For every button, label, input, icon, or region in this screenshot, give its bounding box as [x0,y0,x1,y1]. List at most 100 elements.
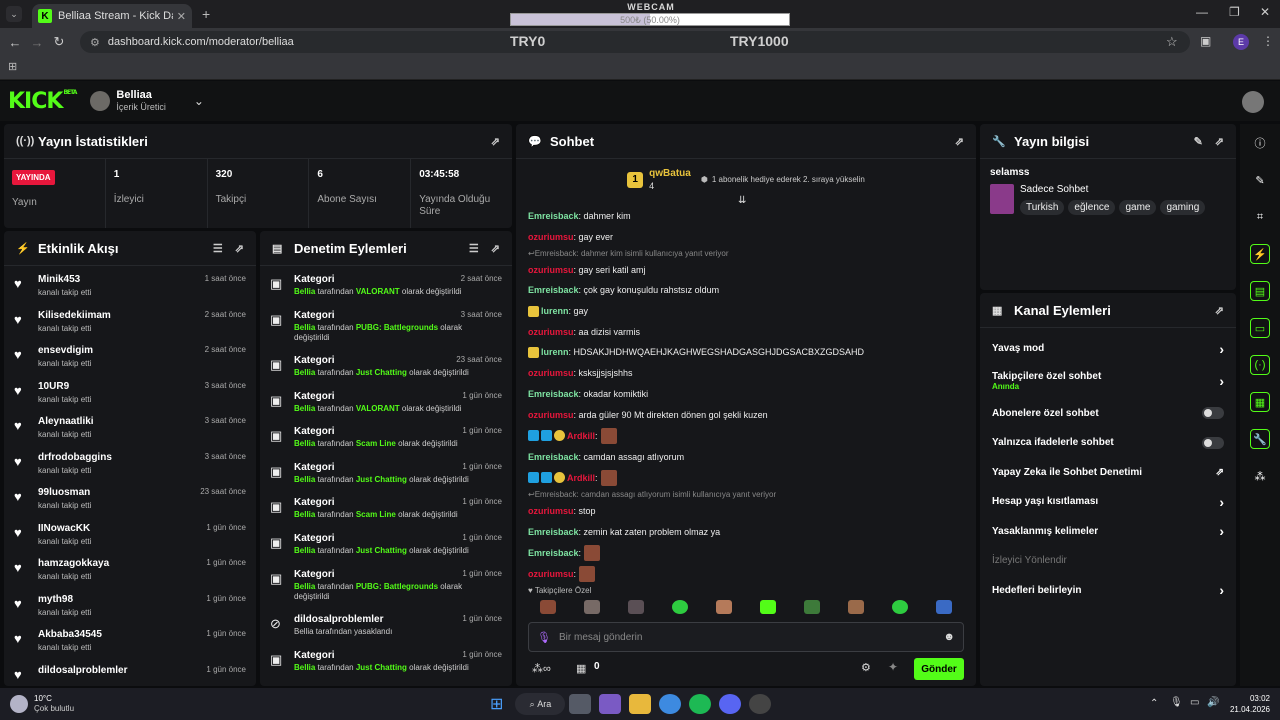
activity-item[interactable]: ♥ Akbaba34545 kanalı takip etti 1 gün önce [4,625,256,661]
moderation-item[interactable]: ▣ Kategori Bellia tarafından PUBG: Battleg… [260,306,512,352]
chat-bubble-icon[interactable]: ▭ [1250,318,1270,338]
channel-action-item[interactable]: Hedefleri belirleyin › [980,576,1236,606]
chat-message[interactable]: Emreisback: dahmer kim [516,206,976,227]
popout-icon[interactable]: ⇗ [491,242,500,255]
info-icon[interactable]: ⓘ [1250,133,1270,153]
minimize-icon[interactable]: — [1196,5,1208,19]
chat-message[interactable]: Emreisback: çok gay konuşuldu rahstsız o… [516,280,976,301]
popout-icon[interactable]: ⇗ [1215,304,1224,317]
popout-icon[interactable]: ⇗ [955,135,964,148]
chat-message[interactable]: Emreisback: okadar komiktiki [516,384,976,405]
screen-capture-icon[interactable]: ⌗ [1250,207,1270,227]
chat-message[interactable]: ozuriumsu: stop [516,501,976,522]
popout-icon[interactable]: ⇗ [235,242,244,255]
emote-icon[interactable] [804,600,820,614]
chat-message[interactable]: Emreisback: zemin kat zaten problem olma… [516,521,976,542]
user-avatar[interactable] [1242,91,1264,113]
chat-message[interactable]: ozuriumsu: gay seri katil amj [516,259,976,280]
network-icon[interactable]: ▭ [1190,697,1199,708]
store-icon[interactable]: ▦ [1250,392,1270,412]
chat-username[interactable]: Emreisback [528,389,579,399]
chat-message[interactable]: ozuriumsu: [516,563,976,585]
chat-message[interactable]: lurenn: gay [516,301,976,322]
bookmark-star-icon[interactable]: ☆ [1166,34,1178,50]
weather-widget[interactable]: 10°C Çok bulutlu [34,694,74,714]
document-icon[interactable]: ▤ [1250,281,1270,301]
emote-icon[interactable] [936,600,952,614]
emote-icon[interactable] [848,600,864,614]
chat-username[interactable]: Emreisback [528,548,579,558]
microphone-icon[interactable]: 🎙 [1170,697,1183,708]
kick-logo[interactable]: KICKBETA [8,89,77,114]
chat-username[interactable]: Ardkill [567,431,595,441]
maximize-icon[interactable]: ❐ [1229,5,1240,19]
moderation-item[interactable]: ⊘ dildosalproblemler Bellia tarafından yas… [260,610,512,646]
weather-icon[interactable] [10,695,28,713]
chrome-icon[interactable] [659,694,682,714]
url-field[interactable]: ⚙ dashboard.kick.com/moderator/belliaa [80,31,1190,53]
moderation-item[interactable]: ▣ Kategori Bellia tarafından Just Chatting… [260,458,512,494]
close-icon[interactable]: ✕ [177,10,186,23]
tray-chevron-icon[interactable]: ⌃ [1150,698,1158,709]
stream-tag[interactable]: game [1119,200,1157,215]
moderation-item[interactable]: ▣ Kategori Bellia tarafından Scam Line ola… [260,422,512,458]
new-tab-icon[interactable]: + [202,6,210,22]
chat-message[interactable]: Ardkill: [516,425,976,447]
chat-username[interactable]: Ardkill [567,473,595,483]
chat-message[interactable]: ozuriumsu: ksksjjsjsjshhs [516,363,976,384]
channel-action-item[interactable]: Yasaklanmış kelimeler › [980,517,1236,547]
moderation-item[interactable]: ▣ Kategori Bellia tarafından VALORANT olar… [260,387,512,423]
site-info-icon[interactable]: ⚙ [90,36,100,49]
emote-icon[interactable] [760,600,776,614]
profile-avatar[interactable]: E [1233,34,1249,50]
obs-icon[interactable] [749,694,772,714]
activity-item[interactable]: ♥ 10UR9 kanalı takip etti 3 saat önce [4,377,256,413]
extensions-icon[interactable]: ▣ [1200,34,1211,48]
scroll-down-icon[interactable]: ⇊ [738,195,746,206]
channel-action-item[interactable]: Takipçilere özel sohbet Anında › [980,364,1236,399]
windows-start-icon[interactable]: ⊞ [490,694,503,714]
emote-icon[interactable] [540,600,556,614]
stream-tag[interactable]: eğlence [1068,200,1116,215]
popout-icon[interactable]: ⇗ [1215,135,1224,148]
chat-message[interactable]: Emreisback: camdan assagı atlıyorum [516,446,976,467]
chat-message[interactable]: ozuriumsu: gay ever [516,227,976,248]
activity-item[interactable]: ♥ hamzagokkaya kanalı takip etti 1 gün önce [4,554,256,590]
channel-action-item[interactable]: Yavaş mod › [980,334,1236,364]
chat-message[interactable]: ozuriumsu: aa dizisi varmis [516,321,976,342]
chat-username[interactable]: lurenn [541,347,569,357]
moderation-item[interactable]: ▣ Kategori Bellia tarafından VALORANT olar… [260,270,512,306]
chat-username[interactable]: Emreisback [528,452,579,462]
chat-username[interactable]: ozuriumsu [528,368,574,378]
chat-username[interactable]: ozuriumsu [528,569,574,579]
chat-message[interactable]: ozuriumsu: arda güler 90 Mt direkten dön… [516,404,976,425]
chat-username[interactable]: ozuriumsu [528,327,574,337]
channel-switcher[interactable]: Belliaa İçerik Üretici [116,89,166,113]
chat-username[interactable]: ozuriumsu [528,232,574,242]
edit-pencil-icon[interactable]: ✎ [1250,170,1270,190]
edit-pencil-icon[interactable]: ✎ [1194,135,1203,148]
activity-item[interactable]: ♥ Aleynaatliki kanalı takip etti 3 saat önc… [4,412,256,448]
toggle-switch[interactable] [1202,407,1224,420]
microphone-icon[interactable]: 🎙 [537,631,559,644]
volume-icon[interactable]: 🔊 [1207,697,1219,708]
emote-icon[interactable] [716,600,732,614]
spotify-icon[interactable] [689,694,712,714]
activity-item[interactable]: ♥ ensevdigim kanalı takip etti 2 saat önce [4,341,256,377]
back-icon[interactable]: ← [4,35,26,50]
chat-username[interactable]: lurenn [541,306,569,316]
emote-icon[interactable] [628,600,644,614]
channel-action-item[interactable]: Yapay Zeka ile Sohbet Denetimi ⇗ [980,458,1236,488]
stream-tag[interactable]: Turkish [1020,200,1065,215]
chat-username[interactable]: Emreisback [528,527,579,537]
lightning-icon[interactable]: ⚡ [1250,244,1270,264]
forward-icon[interactable]: → [26,35,48,50]
moderation-item[interactable]: ▣ Kategori Bellia tarafından PUBG: Battleg… [260,565,512,611]
tab-list-icon[interactable]: ⌄ [6,6,22,22]
channel-action-item[interactable]: Hesap yaşı kısıtlaması › [980,487,1236,517]
channel-action-item[interactable]: Abonelere özel sohbet [980,399,1236,429]
activity-item[interactable]: ♥ Kilisedekiimam kanalı takip etti 2 saat ö… [4,306,256,342]
filter-icon[interactable]: ☰ [469,242,479,255]
reload-icon[interactable]: ↻ [48,34,70,50]
chat-username[interactable]: Emreisback [528,285,579,295]
